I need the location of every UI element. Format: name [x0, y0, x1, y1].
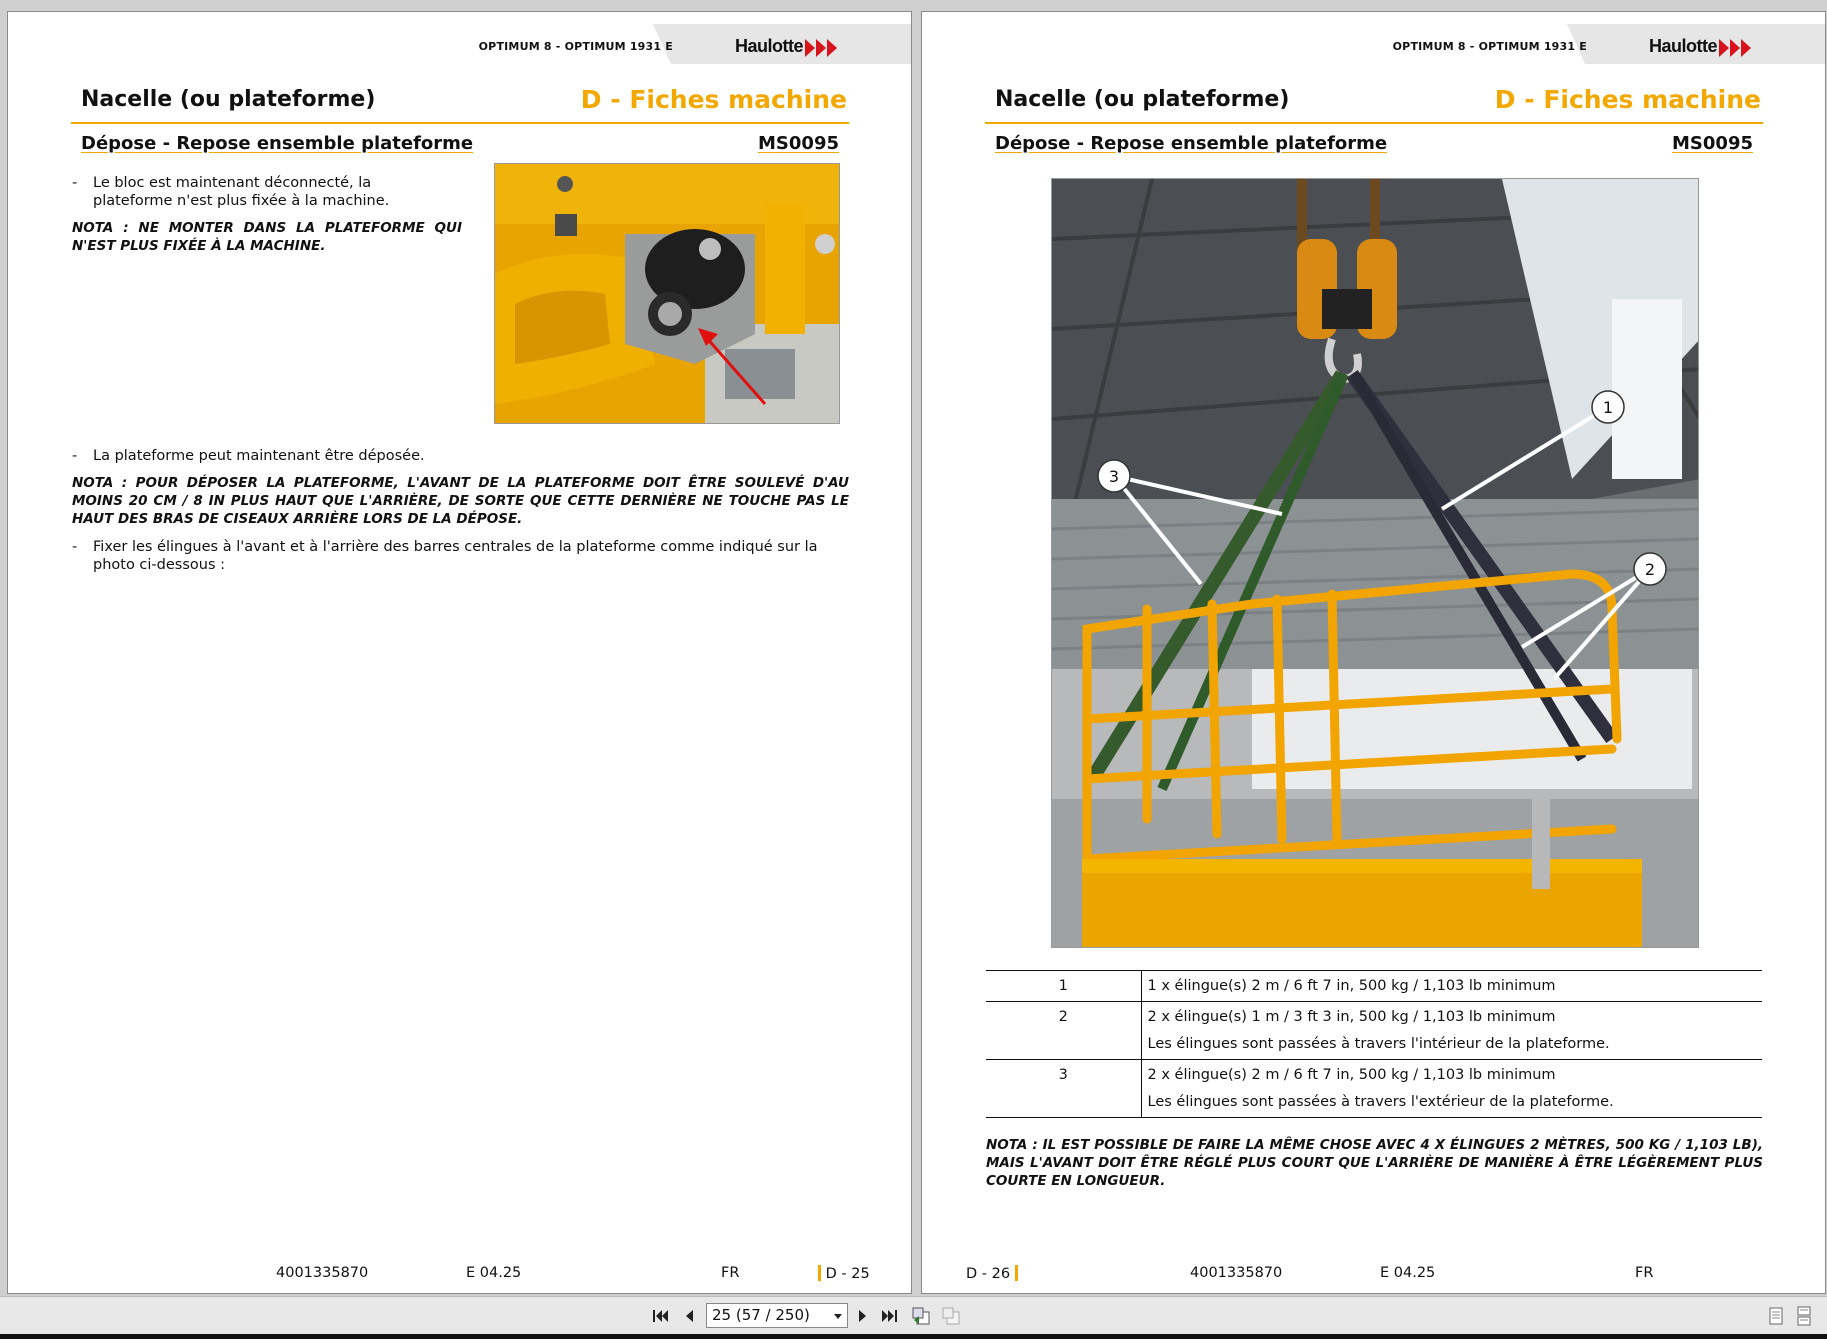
nota-four-slings: NOTA : IL EST POSSIBLE DE FAIRE LA MÊME …	[986, 1137, 1763, 1189]
footer-page-label: D - 26	[966, 1266, 1011, 1282]
callout-3: 3	[1097, 459, 1131, 493]
footer-lang: FR	[721, 1265, 740, 1281]
callout-3-label: 3	[1109, 467, 1119, 486]
subsection-code: MS0095	[1672, 133, 1753, 154]
last-page-glyph	[882, 1310, 897, 1322]
footer-lang: FR	[1635, 1265, 1654, 1281]
legend-num: 1	[986, 970, 1142, 1002]
table-row: 2 2 x élingue(s) 1 m / 3 ft 3 in, 500 kg…	[986, 1001, 1762, 1060]
last-page-icon[interactable]	[878, 1305, 900, 1327]
single-page-glyph	[1769, 1307, 1783, 1325]
chevron-down-icon	[834, 1314, 842, 1319]
footer-page-number: D - 26	[966, 1265, 1018, 1282]
legend-num: 2	[986, 1001, 1142, 1060]
footer-edition: E 04.25	[1380, 1265, 1436, 1281]
forward-view-icon[interactable]	[940, 1305, 962, 1327]
footer-accent-bar	[818, 1265, 821, 1281]
footer-docnum: 4001335870	[276, 1265, 369, 1281]
subsection-code: MS0095	[758, 133, 839, 154]
page-indicator-text: 25 (57 / 250)	[712, 1306, 810, 1324]
photo-illustration	[495, 164, 839, 423]
brand-logo-text: Haulotte	[735, 36, 804, 56]
footer-docnum: 4001335870	[1190, 1265, 1283, 1281]
legend-desc: 1 x élingue(s) 2 m / 6 ft 7 in, 500 kg /…	[1141, 971, 1762, 1002]
header-model: OPTIMUM 8 - OPTIMUM 1931 E	[1392, 40, 1587, 53]
first-page-glyph	[653, 1310, 668, 1322]
back-view-glyph	[912, 1307, 930, 1325]
legend-num: 3	[986, 1059, 1142, 1118]
table-row: 3 2 x élingue(s) 2 m / 6 ft 7 in, 500 kg…	[986, 1059, 1762, 1118]
header-model: OPTIMUM 8 - OPTIMUM 1931 E	[478, 40, 673, 53]
prev-page-glyph	[686, 1310, 693, 1322]
legend-desc: 2 x élingue(s) 1 m / 3 ft 3 in, 500 kg /…	[1141, 1002, 1762, 1060]
photo-sling-setup: 1 2 3	[1051, 178, 1699, 948]
callout-1: 1	[1591, 390, 1625, 424]
table-row: 1 1 x élingue(s) 2 m / 6 ft 7 in, 500 kg…	[986, 970, 1762, 1002]
brand-chevron-icon	[805, 39, 839, 57]
continuous-page-glyph	[1797, 1306, 1811, 1326]
footer-page-label: D - 25	[825, 1266, 870, 1282]
first-page-icon[interactable]	[650, 1305, 672, 1327]
next-page-glyph	[859, 1310, 866, 1322]
photo-block-disconnected	[494, 163, 840, 424]
brand-chevron-icon	[1719, 39, 1753, 57]
chapter-title: D - Fiches machine	[1494, 85, 1761, 114]
title-divider	[71, 122, 849, 124]
bullet-platform-removable: La plateforme peut maintenant être dépos…	[72, 447, 832, 465]
brand-logo-text: Haulotte	[1649, 36, 1718, 56]
legend-line: 2 x élingue(s) 1 m / 3 ft 3 in, 500 kg /…	[1147, 1009, 1556, 1025]
chapter-title: D - Fiches machine	[580, 85, 847, 114]
next-page-icon[interactable]	[852, 1305, 874, 1327]
title-divider	[985, 122, 1763, 124]
left-page: OPTIMUM 8 - OPTIMUM 1931 E Haulotte Nace…	[7, 11, 912, 1294]
nota-lift-front: NOTA : POUR DÉPOSER LA PLATEFORME, L'AVA…	[72, 475, 849, 527]
subsection-title: Dépose - Repose ensemble plateforme	[995, 133, 1388, 154]
footer-accent-bar	[1014, 1265, 1018, 1281]
section-title: Nacelle (ou plateforme)	[81, 87, 376, 112]
footer-edition: E 04.25	[466, 1265, 522, 1281]
right-page: OPTIMUM 8 - OPTIMUM 1931 E Haulotte Nace…	[921, 11, 1826, 1294]
sling-legend-table: 1 1 x élingue(s) 2 m / 6 ft 7 in, 500 kg…	[986, 970, 1762, 1118]
continuous-page-icon[interactable]	[1793, 1305, 1815, 1327]
callout-2-label: 2	[1645, 560, 1655, 579]
callout-1-label: 1	[1603, 398, 1613, 417]
legend-line: 1 x élingue(s) 2 m / 6 ft 7 in, 500 kg /…	[1147, 978, 1556, 994]
callout-2: 2	[1633, 552, 1667, 586]
forward-view-glyph	[942, 1307, 960, 1325]
photo-illustration: 1 2 3	[1052, 179, 1698, 947]
viewer-toolbar: 25 (57 / 250)	[0, 1296, 1827, 1334]
prev-page-icon[interactable]	[678, 1305, 700, 1327]
legend-note: Les élingues sont passées à travers l'in…	[1147, 1036, 1610, 1052]
page-number-select[interactable]: 25 (57 / 250)	[706, 1303, 848, 1328]
nota-do-not-board: NOTA : NE MONTER DANS LA PLATEFORME QUI …	[72, 220, 462, 254]
subsection-title: Dépose - Repose ensemble plateforme	[81, 133, 474, 154]
single-page-icon[interactable]	[1765, 1305, 1787, 1327]
legend-note: Les élingues sont passées à travers l'ex…	[1147, 1094, 1614, 1110]
bullet-attach-slings: Fixer les élingues à l'avant et à l'arri…	[72, 538, 849, 574]
bullet-disconnected: Le bloc est maintenant déconnecté, la pl…	[72, 174, 392, 210]
back-view-icon[interactable]	[910, 1305, 932, 1327]
bottom-strip	[0, 1334, 1827, 1339]
footer-page-number: D - 25	[818, 1265, 870, 1282]
section-title: Nacelle (ou plateforme)	[995, 87, 1290, 112]
legend-line: 2 x élingue(s) 2 m / 6 ft 7 in, 500 kg /…	[1147, 1067, 1556, 1083]
legend-desc: 2 x élingue(s) 2 m / 6 ft 7 in, 500 kg /…	[1141, 1060, 1762, 1118]
